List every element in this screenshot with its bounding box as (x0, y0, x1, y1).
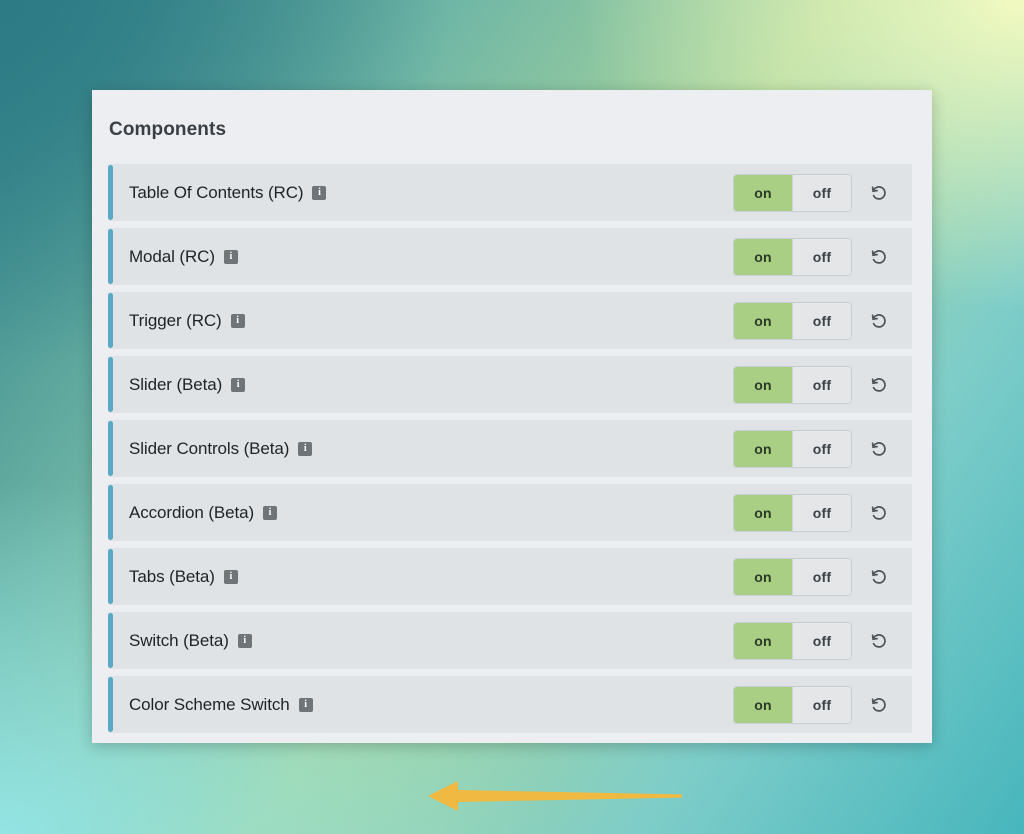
on-off-toggle[interactable]: on off (733, 621, 852, 660)
row-controls: on off (733, 685, 894, 724)
row-accent-bar (108, 613, 113, 668)
on-off-toggle[interactable]: on off (733, 429, 852, 468)
toggle-option-off[interactable]: off (792, 302, 851, 339)
toggle-option-on[interactable]: on (734, 558, 792, 595)
on-off-toggle[interactable]: on off (733, 685, 852, 724)
info-icon[interactable]: i (263, 505, 278, 520)
toggle-option-off[interactable]: off (792, 494, 851, 531)
row-controls: on off (733, 301, 894, 340)
info-icon[interactable]: i (298, 441, 313, 456)
component-name-label: Accordion (Beta) (129, 502, 255, 522)
toggle-option-off[interactable]: off (792, 366, 851, 403)
row-label-group: Tabs (Beta) i (129, 567, 733, 587)
reset-undo-icon[interactable] (864, 178, 894, 208)
row-label-group: Slider (Beta) i (129, 375, 733, 395)
toggle-option-on[interactable]: on (734, 494, 792, 531)
reset-undo-icon[interactable] (864, 626, 894, 656)
component-name-label: Table Of Contents (RC) (129, 182, 304, 202)
row-accent-bar (108, 229, 113, 284)
row-accent-bar (108, 485, 113, 540)
row-label-group: Trigger (RC) i (129, 311, 733, 331)
row-label-group: Switch (Beta) i (129, 631, 733, 651)
reset-undo-icon[interactable] (864, 434, 894, 464)
reset-undo-icon[interactable] (864, 690, 894, 720)
component-row: Color Scheme Switch i on off (108, 676, 912, 733)
row-accent-bar (108, 165, 113, 220)
toggle-option-off[interactable]: off (792, 174, 851, 211)
row-controls: on off (733, 557, 894, 596)
info-icon[interactable]: i (223, 249, 238, 264)
row-accent-bar (108, 421, 113, 476)
row-label-group: Modal (RC) i (129, 247, 733, 267)
component-row: Tabs (Beta) i on off (108, 548, 912, 605)
toggle-option-on[interactable]: on (734, 686, 792, 723)
toggle-option-on[interactable]: on (734, 302, 792, 339)
reset-undo-icon[interactable] (864, 306, 894, 336)
row-controls: on off (733, 621, 894, 660)
row-label-group: Slider Controls (Beta) i (129, 439, 733, 459)
component-name-label: Slider Controls (Beta) (129, 438, 290, 458)
component-row: Slider (Beta) i on off (108, 356, 912, 413)
row-accent-bar (108, 549, 113, 604)
toggle-option-off[interactable]: off (792, 686, 851, 723)
row-controls: on off (733, 429, 894, 468)
component-row: Accordion (Beta) i on off (108, 484, 912, 541)
component-row: Table Of Contents (RC) i on off (108, 164, 912, 221)
toggle-option-off[interactable]: off (792, 558, 851, 595)
info-icon[interactable]: i (231, 377, 246, 392)
row-controls: on off (733, 237, 894, 276)
reset-undo-icon[interactable] (864, 498, 894, 528)
on-off-toggle[interactable]: on off (733, 237, 852, 276)
info-icon[interactable]: i (298, 697, 313, 712)
toggle-option-off[interactable]: off (792, 622, 851, 659)
component-name-label: Tabs (Beta) (129, 566, 215, 586)
component-row: Slider Controls (Beta) i on off (108, 420, 912, 477)
row-label-group: Color Scheme Switch i (129, 695, 733, 715)
on-off-toggle[interactable]: on off (733, 557, 852, 596)
row-controls: on off (733, 365, 894, 404)
toggle-option-on[interactable]: on (734, 366, 792, 403)
row-controls: on off (733, 493, 894, 532)
reset-undo-icon[interactable] (864, 370, 894, 400)
info-icon[interactable]: i (223, 569, 238, 584)
toggle-option-on[interactable]: on (734, 622, 792, 659)
component-row: Switch (Beta) i on off (108, 612, 912, 669)
row-accent-bar (108, 677, 113, 732)
on-off-toggle[interactable]: on off (733, 301, 852, 340)
reset-undo-icon[interactable] (864, 242, 894, 272)
toggle-option-off[interactable]: off (792, 430, 851, 467)
component-name-label: Switch (Beta) (129, 630, 229, 650)
row-label-group: Table Of Contents (RC) i (129, 183, 733, 203)
toggle-option-off[interactable]: off (792, 238, 851, 275)
component-list: Table Of Contents (RC) i on off Modal (R… (108, 164, 912, 733)
row-label-group: Accordion (Beta) i (129, 503, 733, 523)
on-off-toggle[interactable]: on off (733, 493, 852, 532)
component-name-label: Slider (Beta) (129, 374, 223, 394)
component-name-label: Color Scheme Switch (129, 694, 290, 714)
component-row: Modal (RC) i on off (108, 228, 912, 285)
row-accent-bar (108, 357, 113, 412)
toggle-option-on[interactable]: on (734, 238, 792, 275)
row-accent-bar (108, 293, 113, 348)
toggle-option-on[interactable]: on (734, 174, 792, 211)
on-off-toggle[interactable]: on off (733, 365, 852, 404)
row-controls: on off (733, 173, 894, 212)
on-off-toggle[interactable]: on off (733, 173, 852, 212)
info-icon[interactable]: i (230, 313, 245, 328)
component-name-label: Trigger (RC) (129, 310, 222, 330)
page-title: Components (109, 119, 227, 140)
component-name-label: Modal (RC) (129, 246, 215, 266)
info-icon[interactable]: i (237, 633, 252, 648)
toggle-option-on[interactable]: on (734, 430, 792, 467)
components-panel: Components Table Of Contents (RC) i on o… (92, 90, 932, 811)
info-icon[interactable]: i (312, 185, 327, 200)
reset-undo-icon[interactable] (864, 562, 894, 592)
component-row: Trigger (RC) i on off (108, 292, 912, 349)
